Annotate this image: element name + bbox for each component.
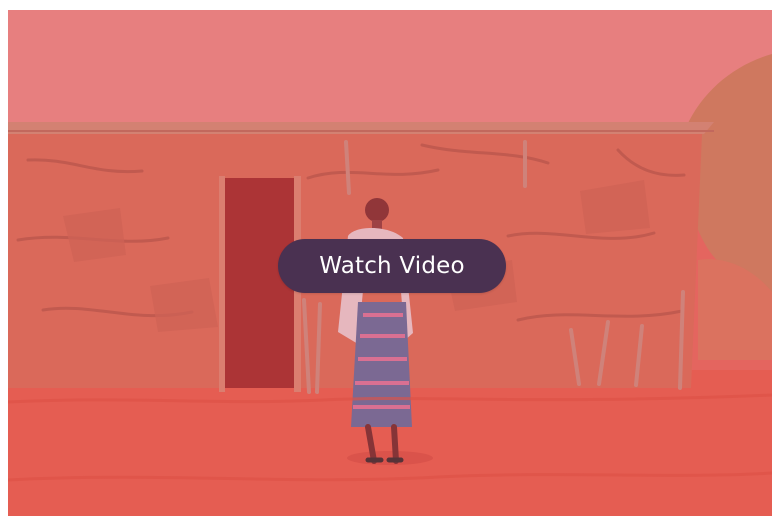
video-thumbnail[interactable]: Watch Video (8, 10, 772, 516)
sky (8, 10, 772, 122)
watch-video-label: Watch Video (319, 253, 465, 279)
watch-video-button[interactable]: Watch Video (278, 239, 506, 293)
door-frame (219, 176, 225, 392)
roof (8, 122, 714, 134)
head (365, 198, 389, 222)
